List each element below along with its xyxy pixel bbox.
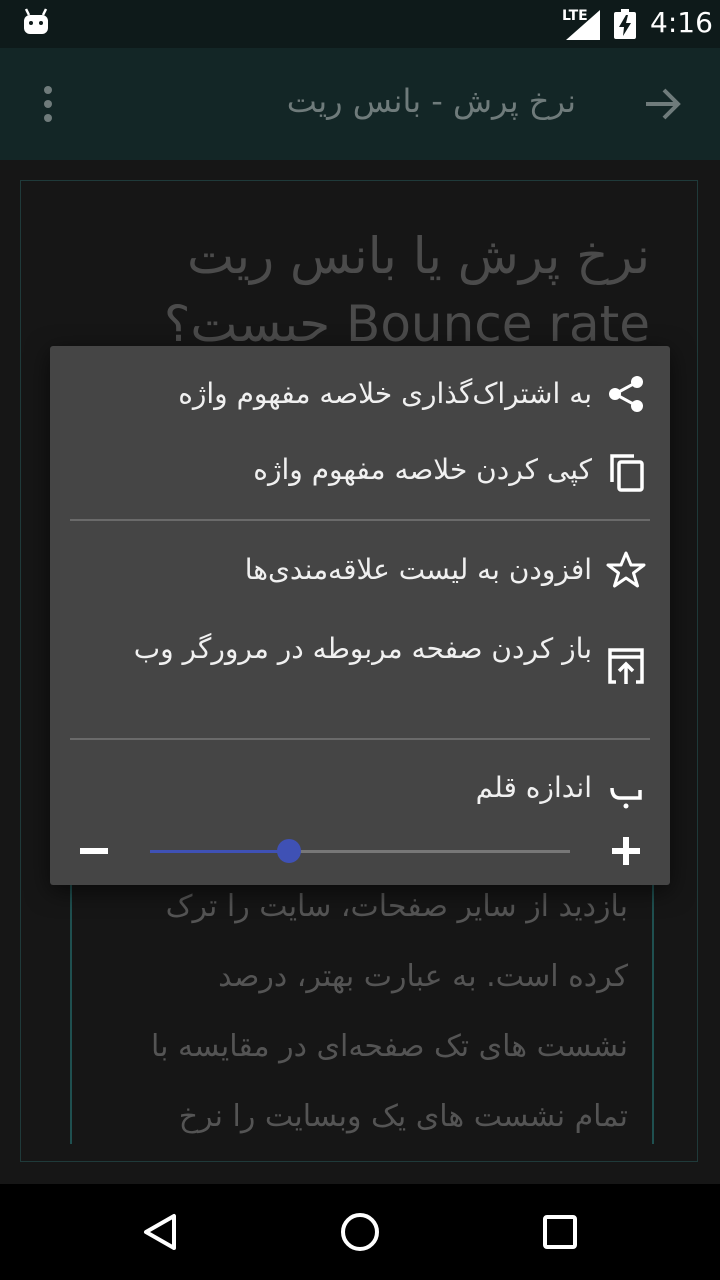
navigation-bar bbox=[0, 1184, 720, 1280]
decrease-font-icon[interactable] bbox=[80, 848, 108, 854]
android-icon bbox=[24, 8, 48, 34]
font-size-icon bbox=[610, 787, 642, 809]
font-size-slider[interactable] bbox=[80, 834, 640, 870]
article-heading: نرخ پرش یا بانس ریت Bounce rate چیست؟ bbox=[163, 227, 650, 342]
copy-icon bbox=[610, 454, 644, 492]
open-in-browser-icon bbox=[608, 648, 644, 684]
page-title: نرخ پرش - بانس ریت bbox=[286, 82, 576, 120]
battery-charging-icon bbox=[614, 9, 636, 39]
more-vert-icon[interactable] bbox=[34, 84, 62, 124]
home-circle-icon[interactable] bbox=[336, 1208, 384, 1256]
slider-thumb[interactable] bbox=[276, 839, 301, 863]
recents-square-icon[interactable] bbox=[536, 1208, 584, 1256]
menu-divider bbox=[70, 519, 650, 521]
star-outline-icon bbox=[606, 551, 646, 588]
menu-item-add-favorite-label: افزودن به لیست علاقه‌مندی‌ها bbox=[244, 553, 592, 586]
share-icon bbox=[609, 376, 643, 412]
menu-item-copy-label: کپی کردن خلاصه مفهوم واژه bbox=[253, 453, 592, 486]
menu-item-share-label: به اشتراک‌گذاری خلاصه مفهوم واژه bbox=[178, 377, 592, 410]
signal-icon bbox=[566, 10, 600, 40]
app-bar: نرخ پرش - بانس ریت bbox=[0, 48, 720, 160]
popup-menu: به اشتراک‌گذاری خلاصه مفهوم واژه کپی کرد… bbox=[50, 346, 670, 885]
menu-item-font-size: اندازه قلم bbox=[50, 766, 670, 818]
increase-font-icon-vertical[interactable] bbox=[623, 837, 629, 865]
clock: 4:16 bbox=[650, 6, 713, 39]
menu-item-share[interactable]: به اشتراک‌گذاری خلاصه مفهوم واژه bbox=[50, 372, 670, 432]
back-triangle-icon[interactable] bbox=[136, 1208, 184, 1256]
menu-item-open-browser-label: باز کردن صفحه مربوطه در مرورگر وب bbox=[133, 632, 592, 665]
menu-item-copy[interactable]: کپی کردن خلاصه مفهوم واژه bbox=[50, 448, 670, 508]
article-body-box: بازدید از سایر صفحات، سایت را ترک کرده ا… bbox=[70, 880, 654, 1144]
status-bar: LTE 4:16 bbox=[0, 0, 720, 48]
menu-item-font-size-label: اندازه قلم bbox=[475, 771, 592, 804]
menu-item-add-favorite[interactable]: افزودن به لیست علاقه‌مندی‌ها bbox=[50, 546, 670, 606]
article-paragraph: بازدید از سایر صفحات، سایت را ترک کرده ا… bbox=[150, 889, 628, 1134]
menu-item-open-browser[interactable]: باز کردن صفحه مربوطه در مرورگر وب bbox=[50, 624, 670, 714]
slider-fill bbox=[150, 850, 289, 853]
arrow-forward-icon[interactable] bbox=[640, 82, 684, 126]
menu-divider bbox=[70, 738, 650, 740]
